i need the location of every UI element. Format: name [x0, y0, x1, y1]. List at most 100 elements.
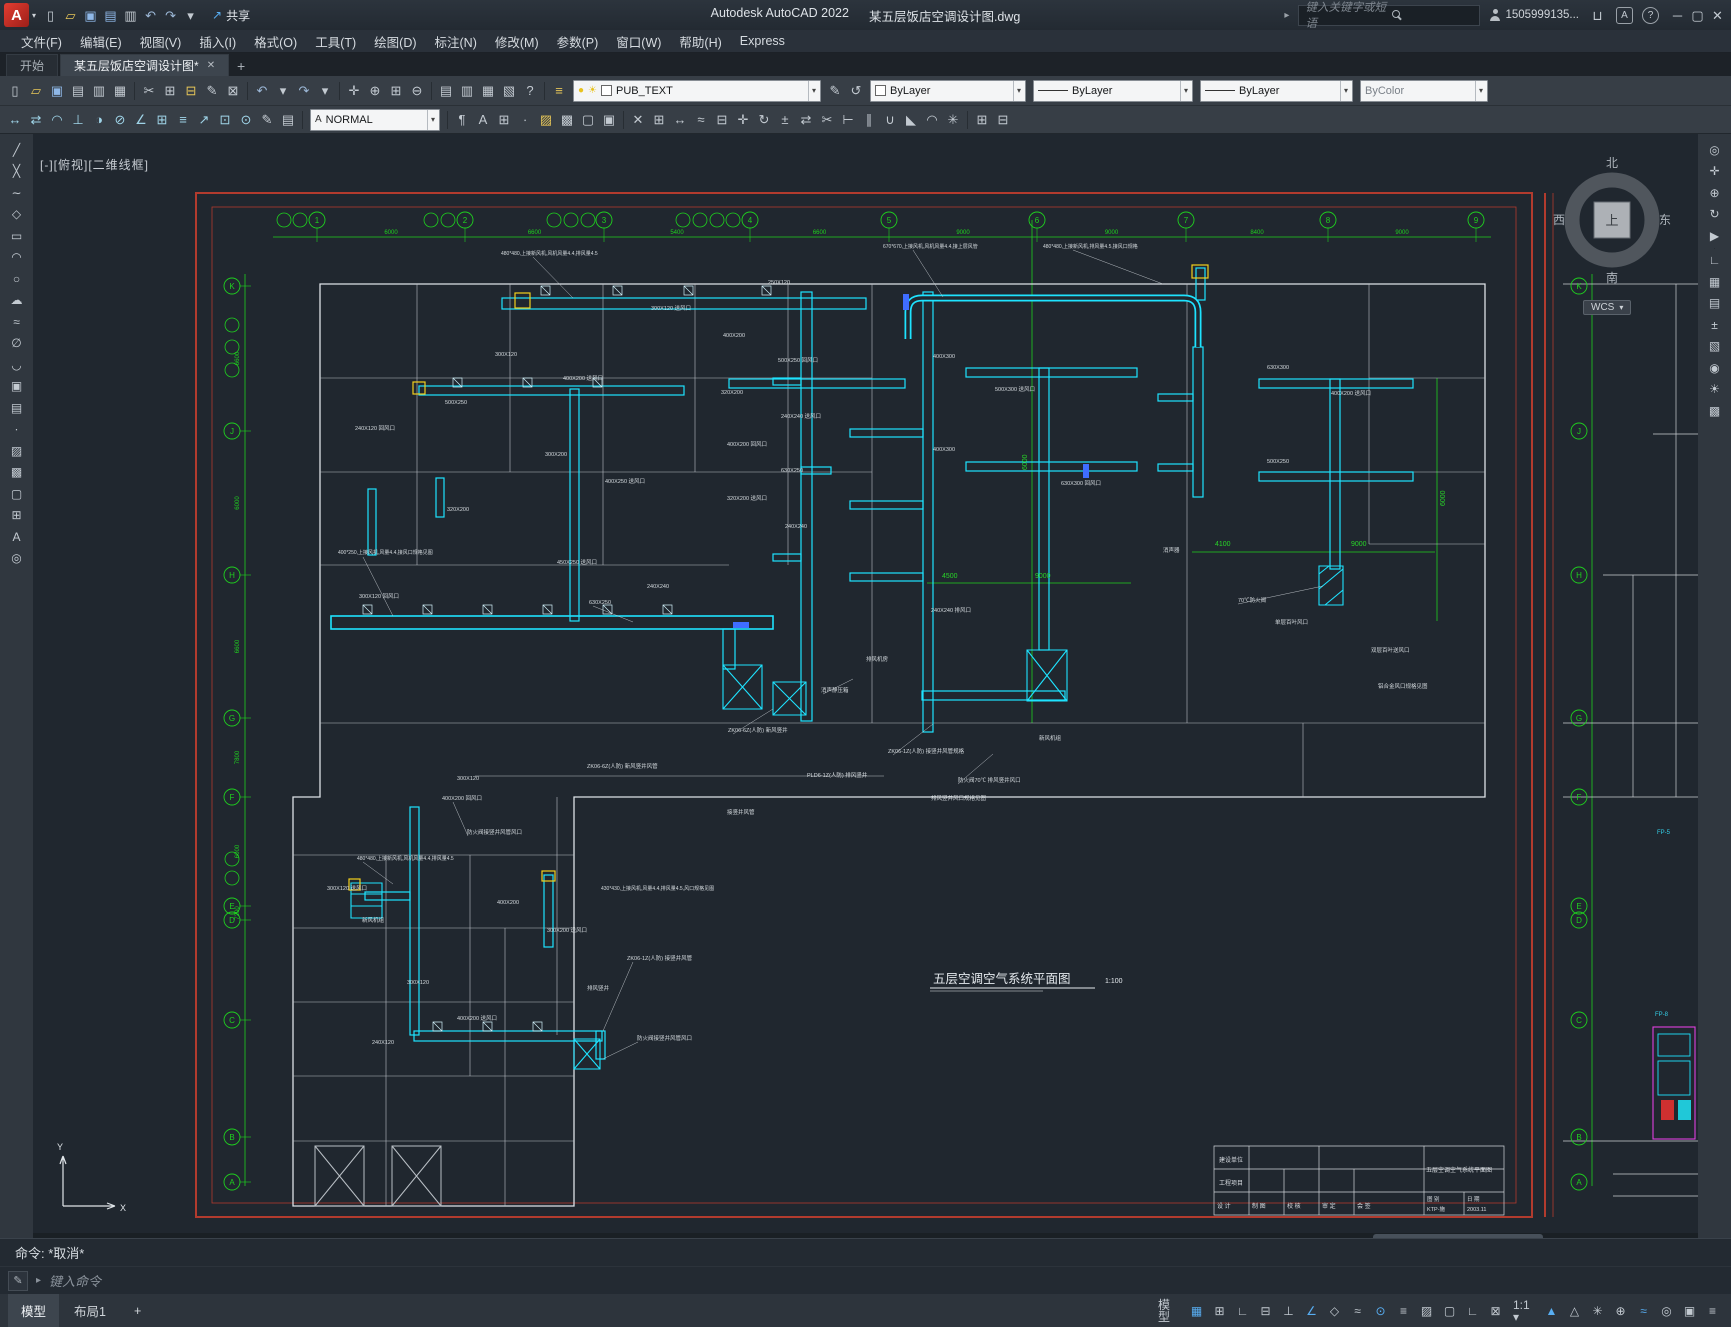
- maximize-button[interactable]: ▢: [1688, 6, 1707, 25]
- canvas-horizontal-scrollbar[interactable]: [33, 1233, 1698, 1238]
- publish-icon[interactable]: ▦: [110, 80, 130, 101]
- compass-north-label[interactable]: 北: [1606, 156, 1618, 170]
- offset-icon[interactable]: ≈: [691, 109, 711, 130]
- show-motion-icon[interactable]: ▶: [1703, 226, 1727, 246]
- tolerance-icon[interactable]: ⊡: [215, 109, 235, 130]
- menu-item-7[interactable]: 标注(N): [426, 30, 486, 52]
- boundary-icon[interactable]: ▢: [578, 109, 598, 130]
- search-icon[interactable]: [1392, 9, 1473, 21]
- zoom-extents-icon[interactable]: ⊕: [1703, 183, 1727, 203]
- dim-arc-icon[interactable]: ◠: [47, 109, 67, 130]
- infer-constraints-icon[interactable]: ∟: [1232, 1300, 1253, 1321]
- region-tool-icon[interactable]: ▢: [5, 484, 29, 504]
- hardware-acceleration-icon[interactable]: ≈: [1633, 1300, 1654, 1321]
- app-menu-button[interactable]: A: [4, 3, 29, 27]
- arc-tool-icon[interactable]: ◠: [5, 248, 29, 268]
- polygon-tool-icon[interactable]: ◇: [5, 205, 29, 225]
- zoom-realtime-icon[interactable]: ⊕: [365, 80, 385, 101]
- fillet-icon[interactable]: ◠: [922, 109, 942, 130]
- object-snap-tracking-icon[interactable]: ≈: [1347, 1300, 1368, 1321]
- menu-item-4[interactable]: 格式(O): [245, 30, 306, 52]
- layer-properties-icon[interactable]: ≡: [549, 80, 569, 101]
- annotation-scale-label[interactable]: 1:1 ▾: [1508, 1299, 1539, 1323]
- menu-item-1[interactable]: 编辑(E): [71, 30, 131, 52]
- construction-line-icon[interactable]: ╳: [5, 162, 29, 182]
- plot-preview-icon[interactable]: ▥: [89, 80, 109, 101]
- menu-item-6[interactable]: 绘图(D): [365, 30, 425, 52]
- wcs-selector[interactable]: WCS ▾: [1583, 300, 1632, 315]
- status-model-button[interactable]: 模型: [1153, 1299, 1184, 1323]
- new-tab-button[interactable]: +: [231, 56, 251, 76]
- redo-icon[interactable]: ↷: [294, 80, 314, 101]
- zoom-window-icon[interactable]: ⊞: [386, 80, 406, 101]
- new-file-icon[interactable]: ▯: [5, 80, 25, 101]
- lineweight-combo[interactable]: ByLayer ▾: [1200, 79, 1353, 102]
- share-button[interactable]: ↗ 共享: [212, 7, 250, 24]
- trim-icon[interactable]: ✂: [817, 109, 837, 130]
- gradient-tool-icon[interactable]: ▩: [5, 463, 29, 483]
- copy-clip-icon[interactable]: ⊞: [160, 80, 180, 101]
- menu-item-0[interactable]: 文件(F): [12, 30, 71, 52]
- minimize-button[interactable]: ─: [1668, 6, 1687, 25]
- qat-dropdown-icon[interactable]: ▾: [181, 6, 200, 25]
- linetype-combo-dropdown-icon[interactable]: ▾: [1179, 80, 1188, 101]
- hatch-tool-icon[interactable]: ▨: [5, 441, 29, 461]
- ortho-mode-icon[interactable]: ⊥: [1278, 1300, 1299, 1321]
- dim-diameter-icon[interactable]: ⊘: [110, 109, 130, 130]
- region-icon[interactable]: ▣: [599, 109, 619, 130]
- menu-item-11[interactable]: 帮助(H): [670, 30, 730, 52]
- clean-screen-icon[interactable]: ▣: [1679, 1300, 1700, 1321]
- baseline-dim-icon[interactable]: ≡: [173, 109, 193, 130]
- snap-mode-icon[interactable]: ⊞: [1209, 1300, 1230, 1321]
- autodesk-a360-icon[interactable]: A: [1616, 6, 1633, 24]
- dim-edit-icon[interactable]: ✎: [257, 109, 277, 130]
- point-tool-icon[interactable]: ∙: [5, 420, 29, 440]
- materials-browser-icon[interactable]: ▩: [1703, 401, 1727, 421]
- break-icon[interactable]: ∥: [859, 109, 879, 130]
- point-style-icon[interactable]: ∙: [515, 109, 535, 130]
- quick-dim-icon[interactable]: ⊞: [152, 109, 172, 130]
- scale-icon[interactable]: ±: [775, 109, 795, 130]
- insert-block-icon[interactable]: ▣: [5, 377, 29, 397]
- properties-palette-icon[interactable]: ▤: [436, 80, 456, 101]
- text-style-dropdown-icon[interactable]: ▾: [426, 109, 435, 130]
- color-combo-dropdown-icon[interactable]: ▾: [1012, 80, 1021, 101]
- dynamic-input-icon[interactable]: ⊟: [1255, 1300, 1276, 1321]
- 3d-osnap-icon[interactable]: ∟: [1462, 1300, 1483, 1321]
- join-icon[interactable]: ∪: [880, 109, 900, 130]
- command-prompt-text[interactable]: 键入命令: [49, 1271, 101, 1290]
- plot-icon[interactable]: ▤: [68, 80, 88, 101]
- designcenter-icon[interactable]: ▥: [457, 80, 477, 101]
- block-editor-icon[interactable]: ⊠: [223, 80, 243, 101]
- sheet-set-manager-icon[interactable]: ▧: [499, 80, 519, 101]
- isodraft-icon[interactable]: ◇: [1324, 1300, 1345, 1321]
- line-tool-icon[interactable]: ╱: [5, 140, 29, 160]
- isolate-objects-icon[interactable]: ◎: [1656, 1300, 1677, 1321]
- orbit-icon[interactable]: ↻: [1703, 205, 1727, 225]
- measure-tool-icon[interactable]: ⊞: [972, 109, 992, 130]
- quickcalc-icon[interactable]: ⊟: [993, 109, 1013, 130]
- account-button[interactable]: 1505999135...: [1489, 9, 1579, 21]
- layer-previous-icon[interactable]: ↺: [846, 80, 866, 101]
- annotation-autoscale-icon[interactable]: △: [1564, 1300, 1585, 1321]
- dim-style-icon[interactable]: ▤: [278, 109, 298, 130]
- match-properties-icon[interactable]: ✎: [202, 80, 222, 101]
- layer-color-swatch[interactable]: [601, 85, 613, 96]
- make-block-icon[interactable]: ▤: [5, 398, 29, 418]
- ellipse-arc-icon[interactable]: ◡: [5, 355, 29, 375]
- grid-display-icon[interactable]: ▦: [1186, 1300, 1207, 1321]
- layer-walk-icon[interactable]: ▤: [1703, 294, 1727, 314]
- layout-tab-model[interactable]: 模型: [8, 1294, 60, 1327]
- camera-icon[interactable]: ◉: [1703, 358, 1727, 378]
- mtext-icon[interactable]: ¶: [452, 109, 472, 130]
- sun-properties-icon[interactable]: ☀: [1703, 380, 1727, 400]
- layer-combo[interactable]: ● ☀ PUB_TEXT ▾: [573, 79, 821, 102]
- lineweight-combo-dropdown-icon[interactable]: ▾: [1339, 80, 1348, 101]
- table-tool-icon[interactable]: ⊞: [5, 506, 29, 526]
- close-button[interactable]: ✕: [1708, 6, 1727, 25]
- workspace-switching-icon[interactable]: ✳: [1587, 1300, 1608, 1321]
- menu-item-9[interactable]: 参数(P): [548, 30, 608, 52]
- open-file-icon[interactable]: ▱: [61, 6, 80, 25]
- circle-tool-icon[interactable]: ○: [5, 269, 29, 289]
- menu-item-10[interactable]: 窗口(W): [607, 30, 670, 52]
